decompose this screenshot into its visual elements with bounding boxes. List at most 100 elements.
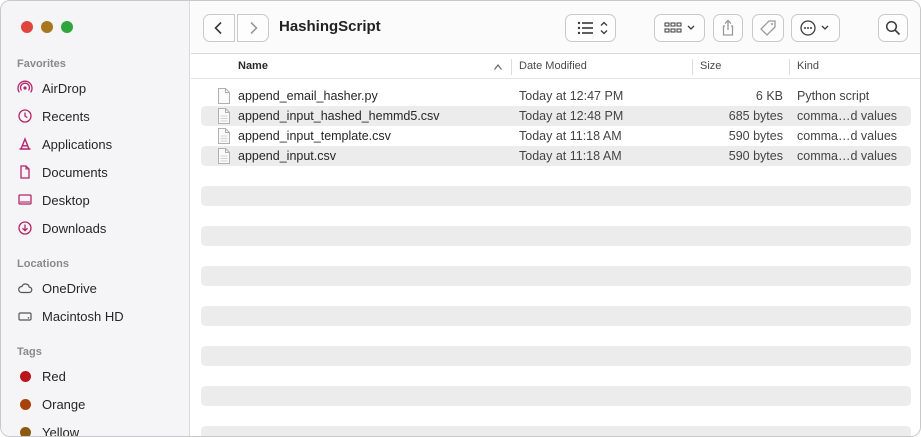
tag-icon <box>760 20 776 36</box>
window-controls <box>21 21 73 33</box>
file-kind: comma…d values <box>797 129 898 143</box>
file-size: 590 bytes <box>728 129 783 143</box>
sidebar-item-label: Orange <box>42 396 86 412</box>
chevron-left-icon <box>214 21 222 35</box>
csv-file-icon <box>218 108 230 124</box>
desktop-icon <box>17 192 33 208</box>
locations-section-title: Locations <box>17 258 69 270</box>
tag-button[interactable] <box>752 14 784 42</box>
python-file-icon <box>218 88 230 104</box>
file-kind: comma…d values <box>797 149 898 163</box>
sidebar-item-label: Downloads <box>42 220 107 236</box>
sidebar-item-tag-orange[interactable]: Orange <box>17 393 85 415</box>
sidebar-item-tag-yellow[interactable]: Yellow <box>17 421 80 437</box>
file-name: append_input.csv <box>238 149 336 163</box>
column-separator[interactable] <box>789 59 790 75</box>
search-button[interactable] <box>878 14 908 42</box>
empty-row-stripe <box>201 386 911 406</box>
column-header-size[interactable]: Size <box>700 60 721 72</box>
toolbar: HashingScript <box>191 1 920 54</box>
action-button[interactable] <box>791 14 840 42</box>
sidebar-item-label: Applications <box>42 136 113 152</box>
empty-row-stripe <box>201 186 911 206</box>
empty-row-stripe <box>201 306 911 326</box>
favorites-section-title: Favorites <box>17 58 66 70</box>
tags-section-title: Tags <box>17 346 42 358</box>
sidebar-item-airdrop[interactable]: AirDrop <box>17 77 86 99</box>
share-button[interactable] <box>713 14 743 42</box>
file-name: append_email_hasher.py <box>238 89 378 103</box>
airdrop-icon <box>17 80 33 96</box>
file-date: Today at 12:47 PM <box>519 89 624 103</box>
file-size: 6 KB <box>755 89 783 103</box>
file-date: Today at 12:48 PM <box>519 109 624 123</box>
share-icon <box>722 19 734 36</box>
file-date: Today at 11:18 AM <box>519 149 622 163</box>
yellow-tag-icon <box>20 426 31 436</box>
sidebar: Favorites AirDrop Recents Applications D… <box>1 1 190 437</box>
clock-icon <box>17 108 33 124</box>
file-kind: Python script <box>797 89 870 103</box>
column-header-name[interactable]: Name <box>238 60 268 72</box>
sidebar-item-documents[interactable]: Documents <box>17 161 108 183</box>
window-title: HashingScript <box>279 18 381 35</box>
orange-tag-icon <box>20 398 31 410</box>
drive-icon <box>17 308 33 324</box>
sidebar-item-label: Recents <box>42 108 90 124</box>
more-icon <box>799 20 828 36</box>
empty-row-stripe <box>201 266 911 286</box>
applications-icon <box>17 136 33 152</box>
finder-window: Favorites AirDrop Recents Applications D… <box>0 0 921 437</box>
sidebar-item-onedrive[interactable]: OneDrive <box>17 277 97 299</box>
file-date: Today at 11:18 AM <box>519 129 622 143</box>
sidebar-item-label: Yellow <box>42 424 80 437</box>
sidebar-item-label: Documents <box>42 164 108 180</box>
csv-file-icon <box>218 148 230 164</box>
column-header-kind[interactable]: Kind <box>797 60 819 72</box>
sidebar-item-label: Red <box>42 368 66 384</box>
file-name: append_input_hashed_hemmd5.csv <box>238 109 440 123</box>
download-icon <box>17 220 33 236</box>
sidebar-item-downloads[interactable]: Downloads <box>17 217 106 239</box>
document-icon <box>17 164 33 180</box>
file-size: 590 bytes <box>728 149 783 163</box>
empty-row-stripe <box>201 426 911 436</box>
zoom-button[interactable] <box>61 21 73 33</box>
file-row[interactable]: append_input_template.csv Today at 11:18… <box>201 126 911 146</box>
chevron-right-icon <box>250 21 258 35</box>
red-tag-icon <box>20 370 31 382</box>
sidebar-item-desktop[interactable]: Desktop <box>17 189 90 211</box>
column-header: Name Date Modified Size Kind <box>191 55 920 79</box>
sidebar-item-label: AirDrop <box>42 80 87 96</box>
sidebar-item-label: Macintosh HD <box>42 308 124 324</box>
file-row[interactable]: append_email_hasher.py Today at 12:47 PM… <box>201 86 911 106</box>
sidebar-item-recents[interactable]: Recents <box>17 105 90 127</box>
file-size: 685 bytes <box>728 109 783 123</box>
group-button[interactable] <box>654 14 705 42</box>
file-row[interactable]: append_input.csv Today at 11:18 AM 590 b… <box>201 146 911 166</box>
column-separator[interactable] <box>511 59 512 75</box>
file-row[interactable]: append_input_hashed_hemmd5.csv Today at … <box>201 106 911 126</box>
file-name: append_input_template.csv <box>238 129 391 143</box>
column-separator[interactable] <box>692 59 693 75</box>
empty-row-stripe <box>201 346 911 366</box>
view-mode-button[interactable] <box>565 14 616 42</box>
sidebar-item-applications[interactable]: Applications <box>17 133 112 155</box>
sidebar-item-label: OneDrive <box>42 280 97 296</box>
list-view-icon <box>577 21 607 35</box>
sidebar-item-tag-red[interactable]: Red <box>17 365 66 387</box>
close-button[interactable] <box>21 21 33 33</box>
search-icon <box>885 20 901 36</box>
csv-file-icon <box>218 128 230 144</box>
forward-button[interactable] <box>237 14 269 42</box>
minimize-button[interactable] <box>41 21 53 33</box>
grid-icon <box>664 22 694 33</box>
sidebar-item-label: Desktop <box>42 192 90 208</box>
column-header-date[interactable]: Date Modified <box>519 60 587 72</box>
cloud-icon <box>17 280 33 296</box>
sidebar-item-macintosh-hd[interactable]: Macintosh HD <box>17 305 124 327</box>
empty-row-stripe <box>201 226 911 246</box>
sort-ascending-icon <box>494 64 502 70</box>
back-button[interactable] <box>203 14 235 42</box>
file-kind: comma…d values <box>797 109 898 123</box>
